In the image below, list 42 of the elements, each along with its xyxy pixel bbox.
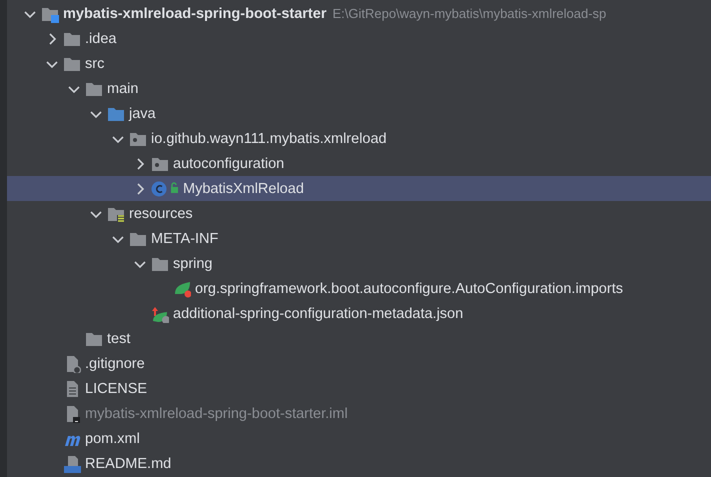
class-icon — [151, 180, 179, 198]
tree-item-label: autoconfiguration — [173, 156, 284, 172]
tree-row[interactable]: MybatisXmlReload — [7, 176, 711, 201]
tree-row[interactable]: META-INF — [7, 226, 711, 251]
tree-item-label: MybatisXmlReload — [183, 180, 304, 196]
tree-item-label: spring — [173, 256, 212, 272]
tree-item-label: META-INF — [151, 230, 218, 246]
tree-row[interactable]: java — [7, 101, 711, 126]
tree-item-label: src — [85, 56, 104, 72]
tree-row[interactable]: test — [7, 326, 711, 351]
tree-row[interactable]: pom.xml — [7, 426, 711, 451]
tree-row[interactable]: resources — [7, 201, 711, 226]
project-path: E:\GitRepo\wayn-mybatis\mybatis-xmlreload-sp — [332, 6, 606, 21]
tree-row[interactable]: additional-spring-configuration-metadata.json — [7, 301, 711, 326]
tree-row[interactable]: README.md — [7, 451, 711, 476]
tree-row[interactable]: org.springframework.boot.autoconfigure.AutoConfiguration.imports — [7, 276, 711, 301]
tree-row[interactable]: src — [7, 51, 711, 76]
tree-item-label: java — [129, 106, 156, 122]
tree-item-label: README.md — [85, 456, 172, 472]
tree-item-label: .idea — [85, 30, 116, 46]
tree-item-label: LICENSE — [85, 380, 148, 396]
tree-item-label: mybatis-xmlreload-spring-boot-starter — [63, 6, 326, 22]
tree-item-label: mybatis-xmlreload-spring-boot-starter.iml — [85, 406, 348, 422]
tree-item-label: org.springframework.boot.autoconfigure.AutoConfiguration.imports — [195, 280, 623, 296]
tree-row[interactable]: .idea — [7, 26, 711, 51]
tree-item-label: .gitignore — [85, 356, 145, 372]
tree-item-label: io.github.wayn111.mybatis.xmlreload — [151, 130, 387, 146]
tree-row[interactable]: .gitignore — [7, 351, 711, 376]
tree-row[interactable]: autoconfiguration — [7, 151, 711, 176]
tree-item-label: test — [107, 330, 130, 346]
tree-row[interactable]: main — [7, 76, 711, 101]
tree-row[interactable]: LICENSE — [7, 376, 711, 401]
leaf-icon — [173, 280, 191, 298]
tree-item-label: additional-spring-configuration-metadata.json — [173, 306, 464, 322]
tree-item-label: resources — [129, 206, 193, 222]
tree-item-label: pom.xml — [85, 430, 140, 446]
markdown-file-icon — [63, 454, 81, 472]
tree-row[interactable]: mybatis-xmlreload-spring-boot-starter E:\GitRepo\wayn-mybatis\mybatis-xmlreload-sp — [7, 1, 711, 26]
tree-item-label: main — [107, 80, 138, 96]
leaf-icon — [151, 304, 169, 322]
tree-row[interactable]: io.github.wayn111.mybatis.xmlreload — [7, 126, 711, 151]
tree-row[interactable]: spring — [7, 251, 711, 276]
